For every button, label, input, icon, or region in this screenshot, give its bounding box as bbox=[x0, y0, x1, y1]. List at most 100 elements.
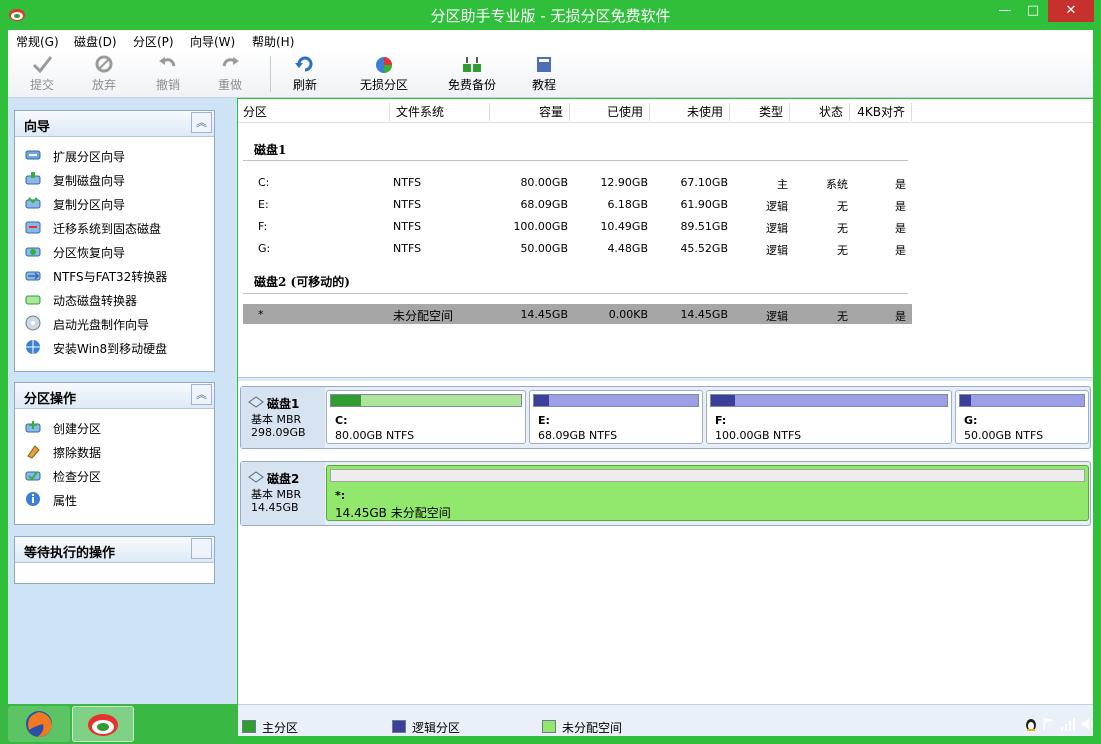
refresh-icon bbox=[295, 56, 313, 72]
column-partition[interactable]: 分区 bbox=[243, 103, 390, 121]
disk-icon bbox=[248, 471, 264, 483]
disk1-title: 磁盘1 bbox=[254, 143, 287, 157]
partition-block-f[interactable]: F: 100.00GB NTFS bbox=[706, 390, 952, 444]
usage-fill bbox=[534, 395, 549, 406]
column-status[interactable]: 状态 bbox=[790, 103, 850, 121]
table-row[interactable]: C: NTFS 80.00GB 12.90GB 67.10GB 主 系统 是 bbox=[243, 172, 912, 192]
flag-icon[interactable] bbox=[1042, 716, 1056, 732]
commit-label: 提交 bbox=[29, 78, 54, 92]
toolbar: 提交 放弃 撤销 重做 刷新 无损分区 免费备份 教程 bbox=[8, 50, 1093, 98]
tutorial-button[interactable]: 教程 bbox=[512, 54, 576, 96]
partition-block-unallocated[interactable]: *: 14.45GB 未分配空间 bbox=[326, 465, 1089, 521]
refresh-label: 刷新 bbox=[292, 78, 317, 92]
partition-block-g[interactable]: G: 50.00GB NTFS bbox=[955, 390, 1089, 444]
firefox-icon bbox=[26, 711, 52, 737]
recovery-icon bbox=[25, 243, 41, 259]
info-icon bbox=[25, 491, 41, 507]
redo-button[interactable]: 重做 bbox=[198, 54, 262, 96]
cd-icon bbox=[25, 315, 41, 331]
network-signal-icon[interactable] bbox=[1060, 716, 1076, 732]
usage-fill bbox=[711, 395, 735, 406]
partition-ops-header: 分区操作 ︽ bbox=[15, 383, 214, 409]
partition-block-e[interactable]: E: 68.09GB NTFS bbox=[529, 390, 703, 444]
legend-swatch bbox=[392, 720, 406, 733]
menu-partition[interactable]: 分区(P) bbox=[133, 33, 174, 50]
extend-icon bbox=[25, 147, 41, 163]
tutorial-label: 教程 bbox=[531, 78, 556, 92]
copy-disk-icon bbox=[25, 171, 41, 187]
wizard-box: 向导 ︽ 扩展分区向导 复制磁盘向导 复制分区向导 迁移系统到固态磁盘 分区恢复… bbox=[14, 110, 215, 372]
wizard-box-header: 向导 ︽ bbox=[15, 111, 214, 137]
disk1-info: 磁盘1 基本 MBR 298.09GB bbox=[241, 387, 325, 448]
usage-bar bbox=[533, 394, 699, 407]
disk2-map-row[interactable]: 磁盘2 基本 MBR 14.45GB *: 14.45GB 未分配空间 bbox=[240, 461, 1091, 526]
left-panel: 向导 ︽ 扩展分区向导 复制磁盘向导 复制分区向导 迁移系统到固态磁盘 分区恢复… bbox=[8, 98, 237, 704]
discard-button[interactable]: 放弃 bbox=[72, 54, 136, 96]
volume-icon[interactable] bbox=[1080, 716, 1096, 732]
disk-map: 磁盘1 基本 MBR 298.09GB C: 80.00GB NTFS E: 6… bbox=[238, 381, 1093, 704]
partition-ops-box: 分区操作 ︽ 创建分区 擦除数据 检查分区 属性 bbox=[14, 382, 215, 525]
column-4kb-align[interactable]: 4KB对齐 bbox=[850, 103, 912, 121]
partition-block-c[interactable]: C: 80.00GB NTFS bbox=[326, 390, 526, 444]
menu-help[interactable]: 帮助(H) bbox=[252, 33, 294, 50]
book-icon bbox=[537, 57, 551, 72]
column-free[interactable]: 未使用 bbox=[650, 103, 730, 121]
disk1-divider bbox=[243, 160, 908, 161]
taskbar-partition-assistant[interactable] bbox=[72, 706, 134, 742]
menu-wizard[interactable]: 向导(W) bbox=[190, 33, 235, 50]
column-used[interactable]: 已使用 bbox=[570, 103, 650, 121]
collapse-icon[interactable]: ︽ bbox=[191, 112, 212, 133]
undo-button[interactable]: 撤销 bbox=[136, 54, 200, 96]
partition-ops-title: 分区操作 bbox=[24, 392, 77, 407]
collapse-icon[interactable] bbox=[191, 538, 212, 559]
table-row[interactable]: E: NTFS 68.09GB 6.18GB 61.90GB 逻辑 无 是 bbox=[243, 194, 912, 214]
usage-fill bbox=[960, 395, 972, 406]
title-bar: 分区助手专业版 - 无损分区免费软件 — □ ✕ bbox=[0, 0, 1101, 30]
check-icon bbox=[25, 467, 41, 483]
usage-fill bbox=[331, 395, 362, 406]
column-type[interactable]: 类型 bbox=[730, 103, 790, 121]
table-row-selected[interactable]: * 未分配空间 14.45GB 0.00KB 14.45GB 逻辑 无 是 bbox=[243, 304, 912, 324]
pending-ops-header: 等待执行的操作 bbox=[15, 537, 214, 563]
window-title: 分区助手专业版 - 无损分区免费软件 bbox=[430, 7, 671, 25]
commit-button[interactable]: 提交 bbox=[10, 54, 74, 96]
maximize-button[interactable]: □ bbox=[1020, 0, 1046, 22]
usage-bar bbox=[330, 394, 522, 407]
dynamic-disk-icon bbox=[25, 291, 41, 307]
refresh-button[interactable]: 刷新 bbox=[273, 54, 337, 96]
system-tray bbox=[1020, 714, 1100, 738]
pending-ops-title: 等待执行的操作 bbox=[24, 546, 116, 561]
free-backup-button[interactable]: 免费备份 bbox=[440, 54, 504, 96]
free-backup-label: 免费备份 bbox=[447, 78, 496, 92]
table-row[interactable]: G: NTFS 50.00GB 4.48GB 45.52GB 逻辑 无 是 bbox=[243, 238, 912, 258]
header-divider bbox=[238, 122, 1093, 123]
qq-penguin-icon[interactable] bbox=[1024, 716, 1038, 732]
disk2-title: 磁盘2 (可移动的) bbox=[254, 275, 350, 289]
create-icon bbox=[25, 419, 41, 435]
close-button[interactable]: ✕ bbox=[1048, 0, 1094, 22]
menu-disk[interactable]: 磁盘(D) bbox=[74, 33, 117, 50]
discard-icon bbox=[95, 55, 113, 73]
column-filesystem[interactable]: 文件系统 bbox=[396, 103, 490, 121]
column-capacity[interactable]: 容量 bbox=[490, 103, 570, 121]
disk2-divider bbox=[243, 293, 908, 294]
toolbar-separator bbox=[270, 56, 271, 92]
copy-partition-icon bbox=[25, 195, 41, 211]
migrate-icon bbox=[25, 219, 41, 235]
usage-bar bbox=[710, 394, 948, 407]
checkmark-icon bbox=[32, 56, 53, 74]
table-row[interactable]: F: NTFS 100.00GB 10.49GB 89.51GB 逻辑 无 是 bbox=[243, 216, 912, 236]
taskbar-firefox[interactable] bbox=[8, 706, 70, 742]
lossless-partition-label: 无损分区 bbox=[359, 78, 408, 92]
partition-pie-icon bbox=[376, 57, 392, 73]
usage-bar bbox=[959, 394, 1085, 407]
minimize-button[interactable]: — bbox=[992, 0, 1018, 22]
collapse-icon[interactable]: ︽ bbox=[191, 384, 212, 405]
lossless-partition-button[interactable]: 无损分区 bbox=[352, 54, 416, 96]
taskbar bbox=[0, 704, 238, 744]
undo-icon bbox=[159, 57, 176, 67]
menu-general[interactable]: 常规(G) bbox=[16, 33, 59, 50]
disk1-map-row[interactable]: 磁盘1 基本 MBR 298.09GB C: 80.00GB NTFS E: 6… bbox=[240, 386, 1091, 449]
undo-label: 撤销 bbox=[155, 78, 180, 92]
menu-bar: 常规(G) 磁盘(D) 分区(P) 向导(W) 帮助(H) bbox=[8, 30, 1093, 50]
